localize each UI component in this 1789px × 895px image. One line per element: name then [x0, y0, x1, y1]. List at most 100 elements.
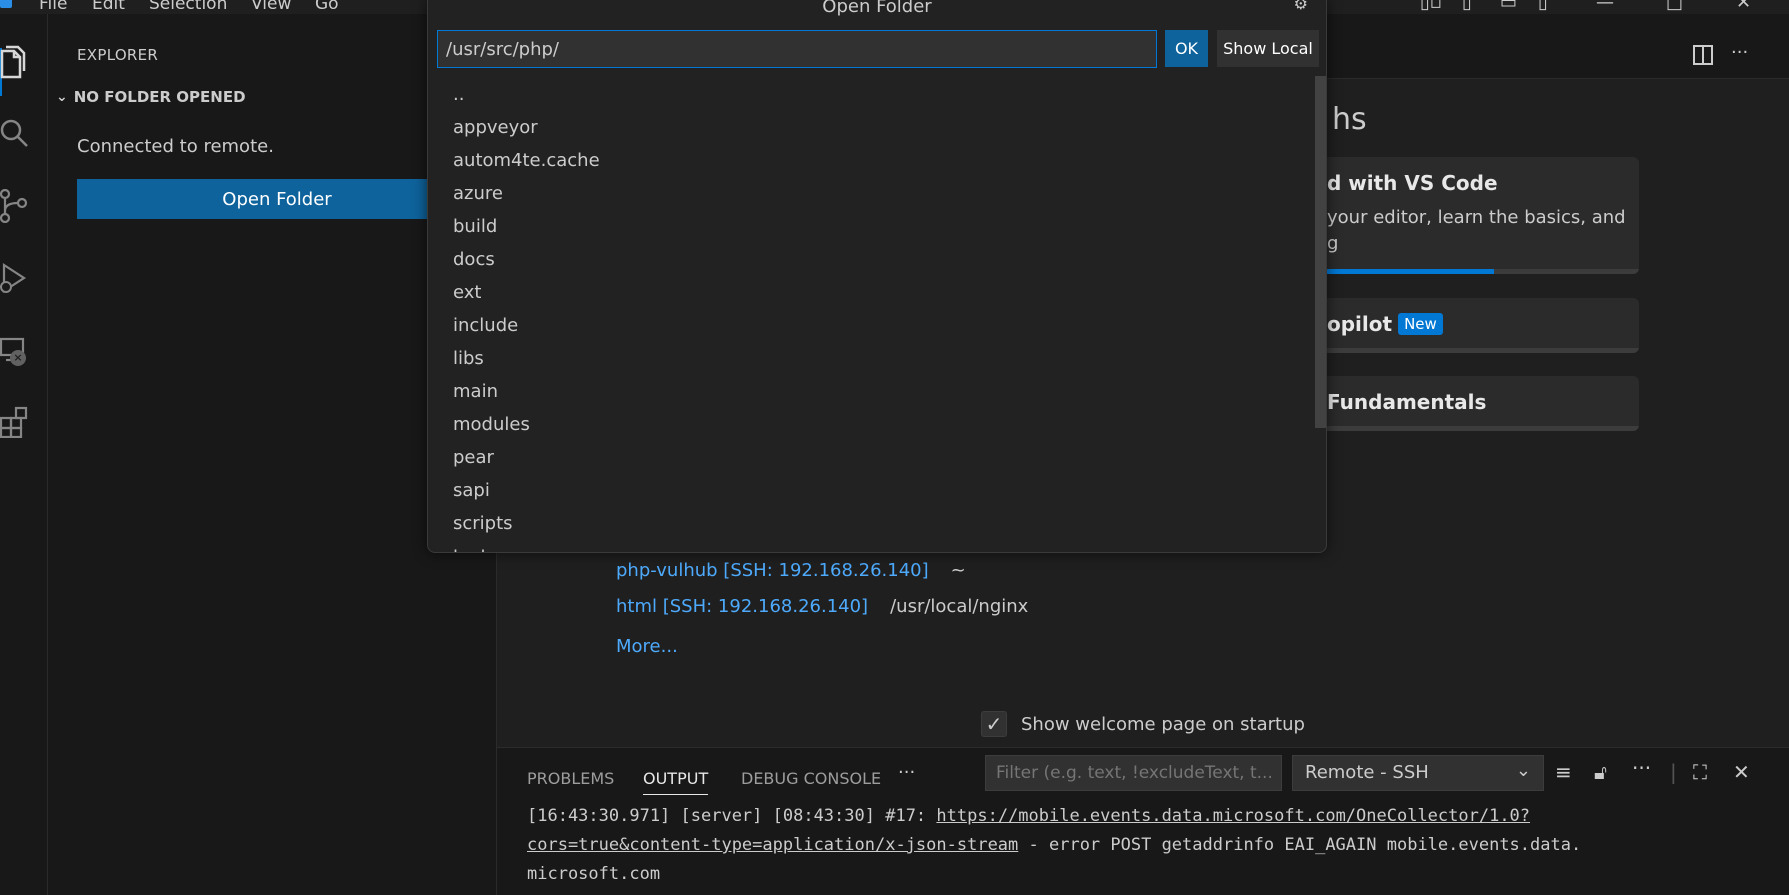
output-filter-input[interactable]: [985, 755, 1282, 791]
close-window-icon[interactable]: ✕: [1736, 0, 1751, 13]
maximize-panel-icon[interactable]: ⛶: [1693, 760, 1707, 784]
chevron-down-icon: ⌄: [56, 89, 68, 105]
toggle-sidebar-icon[interactable]: ▯: [1462, 0, 1472, 13]
activity-bar: ×: [0, 14, 48, 895]
vscode-logo-icon: [0, 0, 12, 8]
remote-connected-badge: ×: [10, 350, 26, 366]
card-progress-track: [1277, 348, 1639, 353]
clear-output-icon[interactable]: ≡: [1555, 760, 1572, 784]
output-channel-select[interactable]: Remote - SSH ⌄: [1292, 755, 1544, 791]
recent-path: ~: [950, 560, 966, 581]
show-welcome-checkbox[interactable]: ✓: [981, 711, 1007, 737]
menu-go[interactable]: Go: [315, 0, 339, 14]
menu-view[interactable]: View: [251, 0, 291, 14]
folder-path-input[interactable]: [437, 30, 1157, 68]
card-title-wrap: opilot New: [1327, 312, 1443, 336]
open-folder-button[interactable]: Open Folder: [77, 179, 477, 219]
chevron-down-icon: ⌄: [1515, 760, 1531, 781]
list-item[interactable]: azure: [428, 177, 1314, 210]
list-item[interactable]: sapi: [428, 474, 1314, 507]
card-progress-track: [1277, 426, 1639, 431]
card-description-line2: g: [1327, 233, 1339, 254]
sidebar-title: EXPLORER: [77, 46, 159, 64]
search-icon[interactable]: [0, 110, 48, 158]
card-title: d with VS Code: [1327, 171, 1498, 195]
new-badge: New: [1398, 313, 1443, 335]
log-error: - error POST getaddrinfo EAI_AGAIN mobil…: [1018, 835, 1582, 855]
panel-more-tabs-icon[interactable]: ···: [898, 762, 915, 783]
open-folder-quick-pick: Open Folder ⚙ OK Show Local .. appveyor …: [427, 0, 1327, 553]
tab-output[interactable]: OUTPUT: [643, 769, 709, 795]
list-item[interactable]: tests: [428, 540, 1314, 552]
source-control-icon[interactable]: [0, 182, 48, 230]
lock-scroll-icon[interactable]: 🔓︎: [1594, 760, 1607, 784]
tab-problems[interactable]: PROBLEMS: [527, 769, 614, 788]
layout-toggle-icon[interactable]: ▯▫: [1420, 0, 1442, 13]
card-description-line1: your editor, learn the basics, and: [1327, 207, 1626, 228]
list-item[interactable]: ..: [428, 78, 1314, 111]
walkthroughs-heading: hs: [1332, 102, 1367, 137]
section-title: NO FOLDER OPENED: [73, 88, 246, 106]
extensions-icon[interactable]: [0, 398, 48, 446]
recent-item: php-vulhub [SSH: 192.168.26.140] ~: [616, 560, 966, 581]
folder-list-scrollbar[interactable]: [1315, 76, 1326, 428]
folder-list: .. appveyor autom4te.cache azure build d…: [428, 78, 1314, 552]
quick-pick-title: Open Folder: [822, 0, 932, 17]
list-item[interactable]: appveyor: [428, 111, 1314, 144]
list-item[interactable]: main: [428, 375, 1314, 408]
checkmark-icon: ✓: [985, 712, 1003, 736]
minimize-icon[interactable]: —: [1596, 0, 1614, 13]
more-recent-link[interactable]: More...: [616, 636, 678, 657]
tab-debug-console[interactable]: DEBUG CONSOLE: [741, 769, 881, 788]
startup-label: Show welcome page on startup: [1021, 713, 1305, 735]
run-debug-icon[interactable]: [0, 254, 48, 302]
list-item[interactable]: build: [428, 210, 1314, 243]
list-item[interactable]: autom4te.cache: [428, 144, 1314, 177]
walkthrough-card-fundamentals[interactable]: Fundamentals: [1277, 376, 1639, 431]
recent-item: html [SSH: 192.168.26.140] /usr/local/ng…: [616, 596, 1028, 617]
no-folder-section-header[interactable]: ⌄ NO FOLDER OPENED: [54, 88, 246, 106]
maximize-icon[interactable]: □: [1666, 0, 1683, 13]
bottom-panel: PROBLEMS OUTPUT DEBUG CONSOLE ··· Remote…: [497, 747, 1789, 895]
list-item[interactable]: modules: [428, 408, 1314, 441]
output-log: [16:43:30.971] [server] [08:43:30] #17: …: [527, 802, 1767, 889]
menu-file[interactable]: File: [39, 0, 67, 14]
menu-selection[interactable]: Selection: [149, 0, 227, 14]
log-prefix: [16:43:30.971] [server] [08:43:30] #17:: [527, 806, 937, 826]
recent-path: /usr/local/nginx: [890, 596, 1029, 617]
log-line: microsoft.com: [527, 864, 661, 884]
toggle-secondary-sidebar-icon[interactable]: ▯: [1538, 0, 1548, 13]
connected-message: Connected to remote.: [77, 136, 274, 157]
toggle-panel-icon[interactable]: ▭: [1500, 0, 1517, 13]
log-url-part1[interactable]: https://mobile.events.data.microsoft.com…: [936, 806, 1530, 826]
gear-icon[interactable]: ⚙: [1294, 0, 1308, 13]
close-panel-icon[interactable]: ✕: [1733, 760, 1750, 784]
remote-explorer-icon[interactable]: [0, 326, 48, 374]
show-local-button[interactable]: Show Local: [1217, 30, 1319, 67]
list-item[interactable]: scripts: [428, 507, 1314, 540]
log-line: cors=true&content-type=application/x-jso…: [527, 831, 1767, 860]
editor-more-actions-icon[interactable]: ···: [1731, 42, 1748, 63]
list-item[interactable]: libs: [428, 342, 1314, 375]
split-editor-icon[interactable]: [1692, 44, 1714, 70]
card-title: Fundamentals: [1327, 390, 1487, 414]
startup-option: ✓ Show welcome page on startup: [981, 711, 1305, 737]
walkthrough-card-get-started[interactable]: d with VS Code your editor, learn the ba…: [1277, 157, 1639, 274]
menu-edit[interactable]: Edit: [92, 0, 125, 14]
log-line: [16:43:30.971] [server] [08:43:30] #17: …: [527, 802, 1767, 831]
recent-link[interactable]: php-vulhub [SSH: 192.168.26.140]: [616, 560, 929, 581]
list-item[interactable]: ext: [428, 276, 1314, 309]
log-url-part2[interactable]: cors=true&content-type=application/x-jso…: [527, 835, 1018, 855]
recent-link[interactable]: html [SSH: 192.168.26.140]: [616, 596, 868, 617]
list-item[interactable]: pear: [428, 441, 1314, 474]
list-item[interactable]: docs: [428, 243, 1314, 276]
panel-divider: |: [1670, 760, 1677, 784]
menu-more[interactable]: ···: [374, 0, 390, 10]
output-channel-value: Remote - SSH: [1305, 762, 1429, 783]
card-title: opilot: [1327, 312, 1393, 336]
list-item[interactable]: include: [428, 309, 1314, 342]
walkthrough-card-copilot[interactable]: opilot New: [1277, 298, 1639, 353]
explorer-icon[interactable]: [0, 38, 48, 86]
ok-button[interactable]: OK: [1165, 30, 1208, 67]
panel-more-actions-icon[interactable]: ···: [1632, 756, 1651, 780]
